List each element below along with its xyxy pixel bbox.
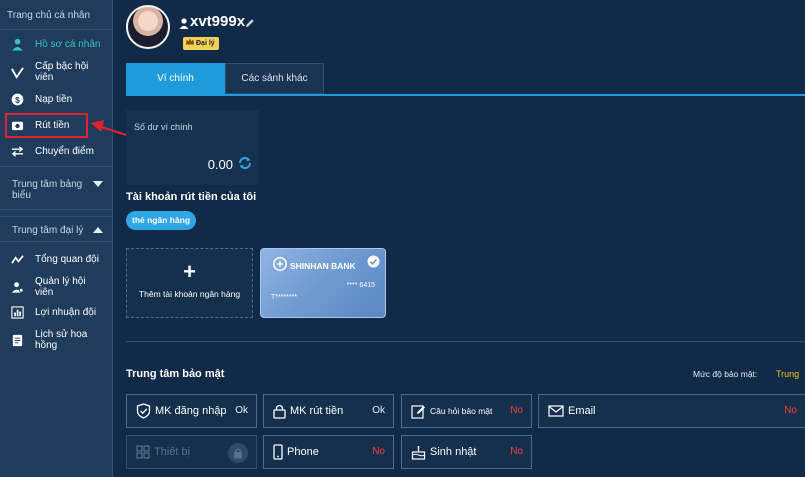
user-icon bbox=[179, 16, 189, 34]
security-withdraw-password[interactable]: MK rút tiền Ok bbox=[263, 394, 394, 428]
check-icon bbox=[367, 255, 380, 273]
mail-icon bbox=[548, 405, 564, 417]
security-item-label: MK đăng nhập bbox=[155, 405, 227, 417]
divider bbox=[126, 341, 805, 342]
agent-badge-label: Đại lý bbox=[196, 40, 215, 47]
security-level-label: Mức độ bảo mật: bbox=[693, 369, 758, 379]
sidebar-item-team-profit[interactable]: Lợi nhuận đội bbox=[0, 304, 96, 320]
security-item-label: MK rút tiền bbox=[290, 405, 344, 417]
sidebar-section-label: Trung tâm bảng biểu bbox=[12, 179, 83, 201]
sidebar-item-label: Nạp tiền bbox=[35, 93, 73, 105]
security-item-label: Câu hỏi bảo mật bbox=[430, 406, 493, 416]
main-content: xvt999x Đại lý Ví chính Các sảnh khác Số… bbox=[114, 0, 805, 477]
balance-card: Số dư ví chính 0.00 bbox=[126, 110, 259, 185]
security-item-label: Sinh nhật bbox=[430, 446, 477, 458]
sidebar-section-agent[interactable]: Trung tâm đại lý bbox=[0, 216, 113, 242]
agent-badge: Đại lý bbox=[183, 37, 219, 50]
highlight-box bbox=[5, 113, 88, 138]
sidebar-item-transfer[interactable]: Chuyển điểm bbox=[0, 143, 94, 159]
svg-text:$: $ bbox=[15, 94, 20, 104]
sidebar-item-team-overview[interactable]: Tổng quan đội bbox=[0, 251, 99, 267]
security-title: Trung tâm bảo mật bbox=[126, 368, 225, 380]
security-item-label: Email bbox=[568, 405, 596, 417]
bar-chart-icon bbox=[10, 305, 24, 319]
sidebar-item-member-management[interactable]: Quản lý hội viên bbox=[0, 276, 93, 298]
bank-logo-icon bbox=[273, 257, 287, 276]
sidebar-item-membership[interactable]: Cấp bậc hội viên bbox=[0, 61, 95, 83]
bank-name: SHINHAN BANK bbox=[290, 261, 356, 271]
add-bank-account-label: Thêm tài khoản ngân hàng bbox=[138, 289, 241, 299]
lock-icon bbox=[228, 443, 248, 463]
balance-value: 0.00 bbox=[207, 157, 233, 172]
security-birthday[interactable]: Sinh nhật No bbox=[401, 435, 532, 469]
crown-icon bbox=[186, 37, 194, 50]
sidebar-item-label: Chuyển điểm bbox=[35, 145, 94, 157]
pencil-icon[interactable] bbox=[245, 15, 255, 33]
sidebar-item-label: Quản lý hội viên bbox=[35, 276, 86, 298]
plus-icon: + bbox=[183, 259, 196, 284]
refresh-icon[interactable] bbox=[237, 155, 253, 176]
sidebar-item-label: Lợi nhuận đội bbox=[35, 306, 97, 318]
tab-other-halls[interactable]: Các sảnh khác bbox=[225, 63, 324, 94]
security-device: Thiết bị bbox=[126, 435, 257, 469]
sidebar-item-label: Hồ sơ cá nhân bbox=[35, 38, 101, 50]
sidebar: Trang chủ cá nhân Hồ sơ cá nhân Cấp bậc … bbox=[0, 0, 113, 477]
bank-card-holder: T******** bbox=[271, 294, 298, 301]
security-question[interactable]: Câu hỏi bảo mật No bbox=[401, 394, 532, 428]
sidebar-section-reports[interactable]: Trung tâm bảng biểu bbox=[0, 166, 113, 210]
sidebar-section-label: Trung tâm đại lý bbox=[12, 225, 84, 236]
security-item-status: No bbox=[510, 446, 523, 457]
edit-icon bbox=[411, 404, 426, 419]
tab-underline bbox=[126, 94, 805, 96]
security-phone[interactable]: Phone No bbox=[263, 435, 394, 469]
chart-line-icon bbox=[10, 252, 24, 266]
sidebar-item-label: Tổng quan đội bbox=[35, 253, 99, 265]
withdraw-accounts-title: Tài khoản rút tiền của tôi bbox=[126, 191, 257, 203]
balance-title: Số dư ví chính bbox=[134, 122, 193, 132]
chevron-down-icon bbox=[93, 181, 103, 187]
sidebar-item-deposit[interactable]: $ Nạp tiền bbox=[0, 91, 72, 107]
lock-icon bbox=[273, 403, 286, 419]
bank-card[interactable]: SHINHAN BANK **** 6415 T******** bbox=[260, 248, 386, 318]
security-item-status: No bbox=[372, 446, 385, 457]
rank-icon bbox=[10, 65, 24, 79]
document-icon bbox=[10, 333, 24, 347]
security-email[interactable]: Email No bbox=[538, 394, 805, 428]
security-item-label: Phone bbox=[287, 446, 319, 458]
grid-icon bbox=[136, 445, 150, 459]
security-item-label: Thiết bị bbox=[154, 446, 191, 458]
sidebar-header: Trang chủ cá nhân bbox=[0, 0, 112, 30]
security-item-status: No bbox=[510, 405, 523, 416]
tab-main-wallet[interactable]: Ví chính bbox=[126, 63, 225, 94]
bank-card-pill[interactable]: thẻ ngân hàng bbox=[126, 211, 197, 230]
security-item-status: Ok bbox=[235, 405, 248, 416]
sidebar-item-label: Lịch sử hoa hồng bbox=[35, 329, 88, 351]
shield-check-icon bbox=[136, 403, 151, 419]
bank-card-number: **** 6415 bbox=[346, 282, 375, 289]
sidebar-item-label: Cấp bậc hội viên bbox=[35, 61, 89, 83]
members-icon bbox=[10, 280, 24, 294]
username: xvt999x bbox=[190, 13, 246, 30]
phone-icon bbox=[273, 444, 283, 460]
chevron-up-icon bbox=[93, 227, 103, 233]
avatar[interactable] bbox=[126, 5, 170, 49]
cake-icon bbox=[411, 445, 426, 460]
add-bank-account-button[interactable]: + Thêm tài khoản ngân hàng bbox=[126, 248, 253, 318]
sidebar-item-profile[interactable]: Hồ sơ cá nhân bbox=[0, 36, 100, 52]
sidebar-item-commission-history[interactable]: Lịch sử hoa hồng bbox=[0, 329, 93, 351]
security-login-password[interactable]: MK đăng nhập Ok bbox=[126, 394, 257, 428]
wallet-tabs: Ví chính Các sảnh khác bbox=[126, 63, 324, 94]
user-icon bbox=[10, 37, 24, 51]
security-item-status: Ok bbox=[372, 405, 385, 416]
dollar-icon: $ bbox=[10, 92, 24, 106]
security-item-status: No bbox=[784, 405, 797, 416]
transfer-icon bbox=[10, 144, 24, 158]
security-level-value: Trung bbox=[776, 369, 800, 379]
